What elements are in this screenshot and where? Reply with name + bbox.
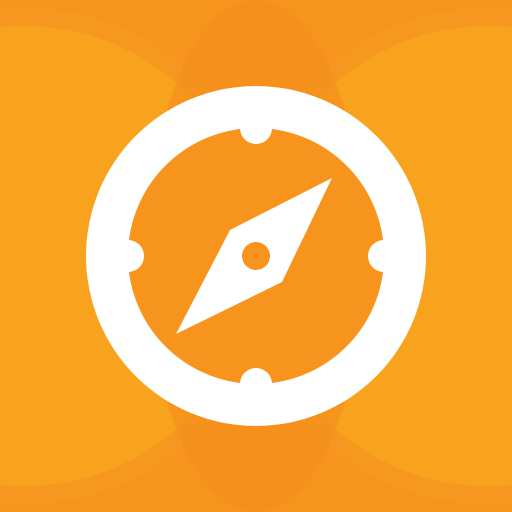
compass-app-icon[interactable] — [0, 0, 512, 512]
east-marker — [368, 240, 400, 272]
compass-icon-artwork — [0, 0, 512, 512]
south-marker — [240, 368, 272, 400]
north-marker — [240, 112, 272, 144]
compass-icon — [86, 86, 426, 426]
compass-needle-hub — [242, 242, 270, 270]
west-marker — [112, 240, 144, 272]
